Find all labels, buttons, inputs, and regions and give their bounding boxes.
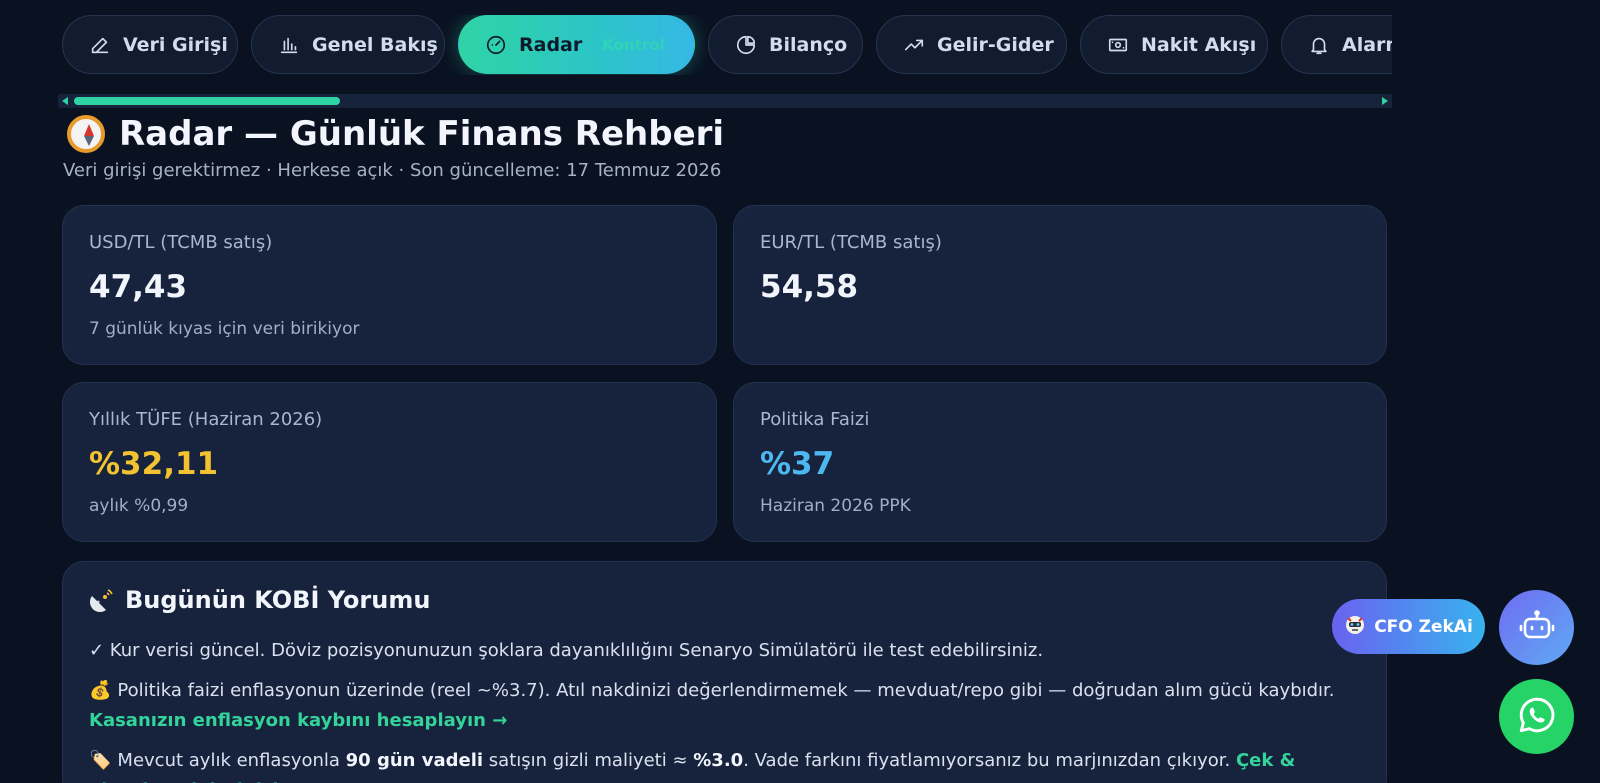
tab-gelir-gider[interactable]: Gelir-Gider xyxy=(876,15,1067,74)
page-title: Radar — Günlük Finans Rehberi xyxy=(67,114,724,154)
tab-label: Gelir-Gider xyxy=(937,33,1054,56)
compass-icon xyxy=(67,115,105,153)
tab-alarm[interactable]: Alarm xyxy=(1281,15,1392,74)
comment-text: Mevcut aylık enflasyonla xyxy=(117,750,346,771)
bar-chart-icon xyxy=(278,34,300,56)
usd-card: USD/TL (TCMB satış) 47,43 7 günlük kıyas… xyxy=(62,205,717,365)
eur-card: EUR/TL (TCMB satış) 54,58 xyxy=(733,205,1387,365)
pie-chart-icon xyxy=(735,34,757,56)
comment-bold: %3.0 xyxy=(693,750,744,771)
card-label: Politika Faizi xyxy=(760,409,870,430)
page-title-text: Radar — Günlük Finans Rehberi xyxy=(119,114,725,154)
policy-rate-card: Politika Faizi %37 Haziran 2026 PPK xyxy=(733,382,1387,542)
scroll-right-icon[interactable] xyxy=(1382,97,1388,105)
tab-bar: Veri Girişi Genel Bakış Radar Kontrol Bi… xyxy=(62,15,1392,75)
tab-label: Bilanço xyxy=(769,33,848,56)
whatsapp-button[interactable] xyxy=(1499,679,1574,754)
tab-bilanco[interactable]: Bilanço xyxy=(708,15,863,74)
tab-label: Alarm xyxy=(1342,33,1392,56)
card-value: %37 xyxy=(760,446,835,482)
card-value: %32,11 xyxy=(89,446,219,482)
card-note: 7 günlük kıyas için veri birikiyor xyxy=(89,319,360,339)
tab-scrollbar[interactable] xyxy=(58,94,1392,108)
tab-genel-bakis[interactable]: Genel Bakış xyxy=(251,15,445,74)
tab-ghost-label: Kontrol xyxy=(602,35,665,54)
comment-title-text: Bugünün KOBİ Yorumu xyxy=(125,586,431,614)
comment-line-vade: 🏷️ Mevcut aylık enflasyonla 90 gün vadeli… xyxy=(89,746,1360,783)
satellite-dish-icon xyxy=(89,587,115,613)
comment-title: Bugünün KOBİ Yorumu xyxy=(89,586,1360,614)
gauge-icon xyxy=(485,34,507,56)
kobi-comment-panel: Bugünün KOBİ Yorumu ✓ Kur verisi güncel.… xyxy=(62,561,1387,783)
page-subtitle: Veri girişi gerektirmez · Herkese açık ·… xyxy=(63,160,722,181)
card-value: 54,58 xyxy=(760,269,859,305)
inflation-loss-link[interactable]: Kasanızın enflasyon kaybını hesaplayın → xyxy=(89,710,507,731)
card-label: USD/TL (TCMB satış) xyxy=(89,232,273,253)
comment-text: satışın gizli maliyeti ≈ xyxy=(483,750,694,771)
trend-up-icon xyxy=(903,34,925,56)
card-note: Haziran 2026 PPK xyxy=(760,496,911,516)
tag-icon: 🏷️ xyxy=(89,750,112,771)
card-note: aylık %0,99 xyxy=(89,496,189,516)
tab-nakit-akisi[interactable]: Nakit Akışı xyxy=(1080,15,1268,74)
comment-line-kur: ✓ Kur verisi güncel. Döviz pozisyonunuzu… xyxy=(89,640,1044,661)
pencil-icon xyxy=(89,34,111,56)
comment-line-faiz: 💰 Politika faizi enflasyonun üzerinde (re… xyxy=(89,676,1360,736)
tab-veri-girisi[interactable]: Veri Girişi xyxy=(62,15,238,74)
card-label: Yıllık TÜFE (Haziran 2026) xyxy=(89,409,323,430)
tab-label: Radar xyxy=(519,33,583,56)
scrollbar-thumb[interactable] xyxy=(74,97,340,105)
cfo-label: CFO ZekAi xyxy=(1374,616,1473,637)
cfo-zekai-button[interactable]: CFO ZekAi xyxy=(1332,599,1485,654)
whatsapp-icon xyxy=(1516,694,1558,740)
tab-label: Veri Girişi xyxy=(123,33,228,56)
comment-bold: 90 gün vadeli xyxy=(345,750,484,771)
scroll-left-icon[interactable] xyxy=(62,97,68,105)
card-label: EUR/TL (TCMB satış) xyxy=(760,232,942,253)
robot-face-icon xyxy=(1344,613,1366,640)
card-value: 47,43 xyxy=(89,269,188,305)
comment-text: . Vade farkını fiyatlamıyorsanız bu marj… xyxy=(743,750,1236,771)
chat-bot-button[interactable] xyxy=(1499,590,1574,665)
banknote-icon xyxy=(1107,34,1129,56)
bell-icon xyxy=(1308,34,1330,56)
tufe-card: Yıllık TÜFE (Haziran 2026) %32,11 aylık … xyxy=(62,382,717,542)
tab-radar[interactable]: Radar Kontrol xyxy=(458,15,695,74)
money-bag-icon: 💰 xyxy=(89,680,112,701)
robot-icon xyxy=(1517,606,1557,650)
comment-text: Politika faizi enflasyonun üzerinde (ree… xyxy=(117,680,1335,701)
tab-label: Genel Bakış xyxy=(312,33,438,56)
tab-label: Nakit Akışı xyxy=(1141,33,1257,56)
